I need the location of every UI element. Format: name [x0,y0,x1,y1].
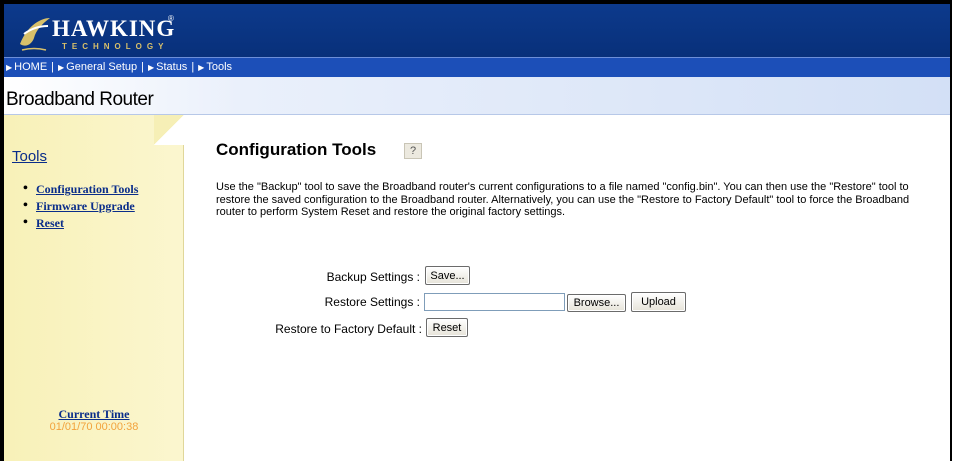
nav-item-status[interactable]: ▶ Status [148,61,187,73]
sidebar-title[interactable]: Tools [12,148,47,165]
brand-subtitle: TECHNOLOGY [62,42,169,51]
sidebar-item-reset: Reset [22,216,146,230]
hawking-logo: HAWKING ® TECHNOLOGY [18,12,178,56]
page-description: Use the "Backup" tool to save the Broadb… [216,181,910,218]
upload-button[interactable]: Upload [631,292,686,312]
sidebar-item-firmware-upgrade: Firmware Upgrade [22,199,146,213]
sidebar-menu: Configuration Tools Firmware Upgrade Res… [22,182,146,233]
sidebar-item-configuration-tools: Configuration Tools [22,182,146,196]
triangle-right-icon: ▶ [198,63,205,72]
restore-settings-label: Restore Settings : [324,295,420,309]
reset-button[interactable]: Reset [426,318,468,337]
save-button[interactable]: Save... [425,266,470,285]
nav-item-general-setup[interactable]: ▶ General Setup [58,61,137,73]
sidebar-tab-corner [154,115,184,145]
sidebar-link-firmware-upgrade[interactable]: Firmware Upgrade [36,199,135,213]
sidebar-link-reset[interactable]: Reset [36,216,64,230]
hawk-swoosh-icon [20,18,50,51]
current-time-value: 01/01/70 00:00:38 [49,421,139,433]
backup-settings-label: Backup Settings : [326,270,420,284]
browse-button[interactable]: Browse... [567,294,626,312]
sidebar-link-configuration-tools[interactable]: Configuration Tools [36,182,138,196]
current-time-label: Current Time [58,407,130,421]
top-nav: ▶ HOME | ▶ General Setup | ▶ Status | ▶ Tools [4,57,950,77]
factory-default-label: Restore to Factory Default : [275,322,422,336]
brand-name: HAWKING [52,16,176,41]
nav-item-home[interactable]: ▶ HOME [6,61,47,73]
product-title-bar: Broadband Router [4,77,950,115]
product-title: Broadband Router [6,89,154,110]
help-icon[interactable]: ? [404,143,422,159]
restore-file-input[interactable] [424,293,565,311]
triangle-right-icon: ▶ [58,63,65,72]
page-title: Configuration Tools [216,140,377,159]
triangle-right-icon: ▶ [6,63,13,72]
nav-item-tools[interactable]: ▶ Tools [198,61,232,73]
registered-mark: ® [168,14,174,23]
header-banner: HAWKING ® TECHNOLOGY [4,0,950,57]
sidebar: Tools Configuration Tools Firmware Upgra… [4,115,184,461]
triangle-right-icon: ▶ [147,63,155,72]
